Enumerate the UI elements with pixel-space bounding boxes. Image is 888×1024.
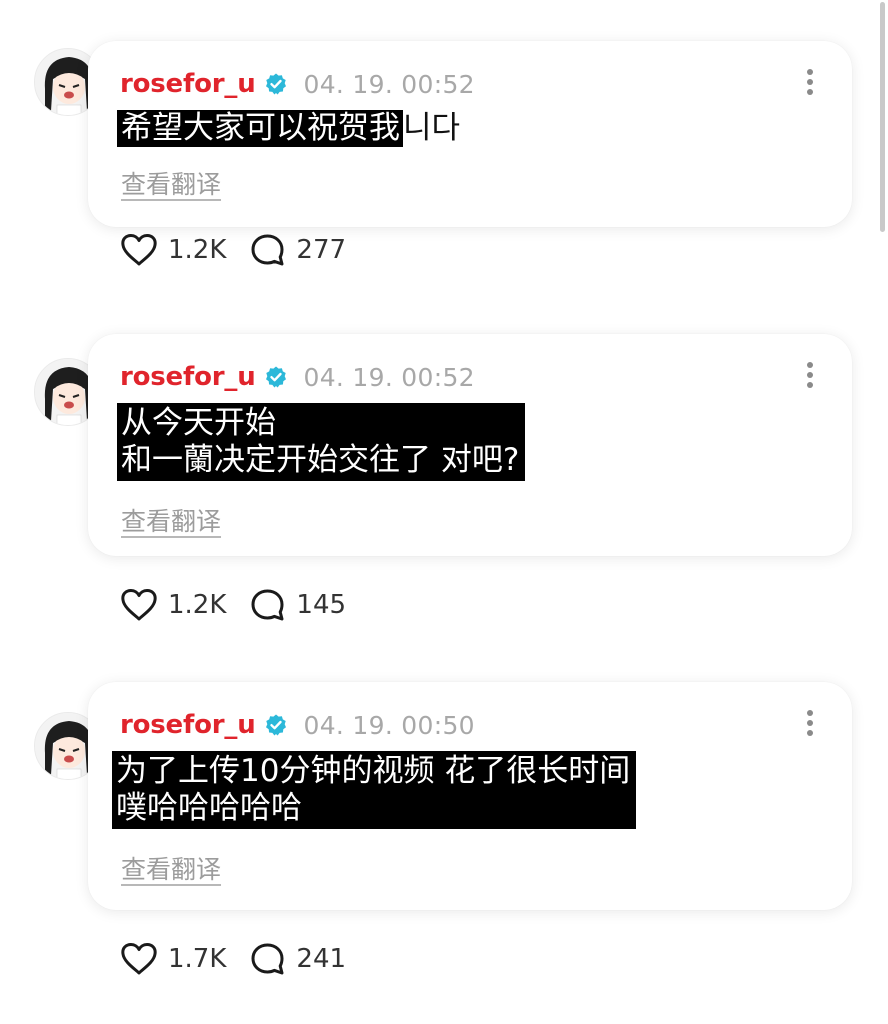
post-content: 为了上传10分钟的视频 花了很长时间 噗哈哈哈哈哈: [112, 751, 637, 829]
scrollbar[interactable]: [880, 2, 885, 232]
post-header: rosefor_u 04. 19. 00:52: [120, 360, 475, 394]
timestamp: 04. 19. 00:52: [303, 362, 475, 392]
comment-button[interactable]: 277: [250, 233, 346, 267]
comment-bubble-icon: [251, 234, 284, 266]
post-bubble: rosefor_u 04. 19. 00:52 希望大家可以祝贺我니다 查看翻译: [88, 41, 852, 227]
post-bubble: rosefor_u 04. 19. 00:50 为了上传10分钟的视频 花了很长…: [88, 682, 852, 910]
post-actions: 1.2K 145: [120, 588, 346, 622]
heart-icon: [121, 234, 157, 266]
text-line: 从今天开始: [121, 405, 276, 441]
comment-count: 277: [296, 235, 347, 265]
post-actions: 1.7K 241: [120, 942, 346, 976]
see-translation-link[interactable]: 查看翻译: [121, 502, 221, 538]
comment-button[interactable]: 145: [250, 588, 346, 622]
timestamp: 04. 19. 00:52: [303, 69, 475, 99]
text-line: 为了上传10分钟的视频 花了很长时间: [116, 753, 631, 789]
timestamp: 04. 19. 00:50: [303, 710, 475, 740]
text-line: 噗哈哈哈哈哈: [116, 790, 302, 826]
comment-count: 241: [296, 944, 347, 974]
username[interactable]: rosefor_u: [120, 362, 256, 392]
post-header: rosefor_u 04. 19. 00:50: [120, 708, 475, 742]
post-header: rosefor_u 04. 19. 00:52: [120, 67, 475, 101]
see-translation-link[interactable]: 查看翻译: [121, 165, 221, 201]
heart-icon: [121, 589, 157, 621]
username[interactable]: rosefor_u: [120, 69, 256, 99]
trailing-text: 니다: [403, 110, 461, 146]
like-count: 1.7K: [168, 944, 227, 974]
like-button[interactable]: 1.2K: [120, 233, 226, 267]
post-content: 希望大家可以祝贺我니다: [117, 110, 460, 147]
more-vertical-icon[interactable]: [804, 362, 816, 394]
post-3: rosefor_u 04. 19. 00:50 为了上传10分钟的视频 花了很长…: [0, 682, 888, 1008]
text-line: 和一蘭决定开始交往了 对吧?: [121, 442, 520, 478]
more-vertical-icon[interactable]: [804, 710, 816, 742]
comment-button[interactable]: 241: [250, 942, 346, 976]
verified-badge-icon: [264, 72, 288, 96]
comment-bubble-icon: [251, 589, 284, 621]
comment-bubble-icon: [251, 943, 284, 975]
comment-count: 145: [296, 590, 347, 620]
verified-badge-icon: [264, 365, 288, 389]
post-bubble: rosefor_u 04. 19. 00:52 从今天开始 和一蘭决定开始交往了 …: [88, 334, 852, 556]
like-button[interactable]: 1.7K: [120, 942, 226, 976]
highlighted-text: 希望大家可以祝贺我: [117, 110, 403, 147]
verified-badge-icon: [264, 713, 288, 737]
heart-icon: [121, 943, 157, 975]
highlighted-text: 为了上传10分钟的视频 花了很长时间 噗哈哈哈哈哈: [112, 751, 637, 829]
see-translation-link[interactable]: 查看翻译: [121, 850, 221, 886]
like-count: 1.2K: [168, 590, 227, 620]
like-button[interactable]: 1.2K: [120, 588, 226, 622]
post-actions: 1.2K 277: [120, 233, 346, 267]
post-1: rosefor_u 04. 19. 00:52 希望大家可以祝贺我니다 查看翻译…: [0, 24, 888, 344]
username[interactable]: rosefor_u: [120, 710, 256, 740]
more-vertical-icon[interactable]: [804, 69, 816, 101]
post-content: 从今天开始 和一蘭决定开始交往了 对吧?: [117, 403, 526, 481]
post-2: rosefor_u 04. 19. 00:52 从今天开始 和一蘭决定开始交往了 …: [0, 334, 888, 654]
like-count: 1.2K: [168, 235, 227, 265]
highlighted-text: 从今天开始 和一蘭决定开始交往了 对吧?: [117, 403, 526, 481]
